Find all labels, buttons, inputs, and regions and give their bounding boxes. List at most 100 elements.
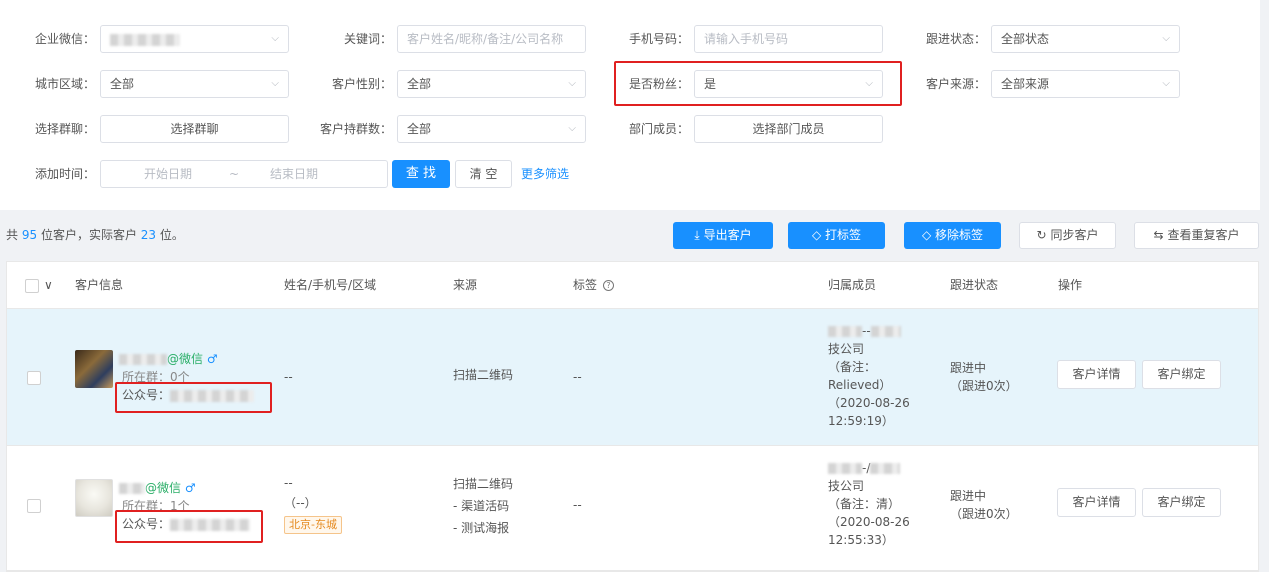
tag-icon: ◇ (811, 228, 822, 242)
select-all-chevron-icon[interactable]: ∨ (44, 262, 53, 309)
total-count: 95 (21, 228, 38, 242)
name-phone-area: -- (284, 370, 293, 384)
phone-input[interactable]: 请输入手机号码 (694, 25, 883, 53)
duplicates-label: 查看重复客户 (1167, 228, 1240, 242)
export-label: 导出客户 (703, 228, 752, 242)
add-time-label: 添加时间： (34, 167, 95, 181)
header-tags-label: 标签 (573, 278, 598, 292)
follow-status: 跟进中 （跟进0次） (950, 487, 1018, 523)
customer-detail-button[interactable]: 客户详情 (1057, 488, 1136, 517)
customer-nickname[interactable]: @微信 ♂ (119, 350, 218, 368)
owner-member: -/ 技公司 （备注：清） （2020-08-26 12:55:33） (828, 459, 938, 549)
source-label: 客户来源： (925, 77, 986, 91)
owner-company: 技公司 (828, 479, 865, 493)
chevron-down-icon: ⌵ (1162, 78, 1170, 89)
redacted-account (170, 389, 255, 402)
owner-separator: -- (862, 324, 871, 338)
chevron-down-icon: ⌵ (1162, 33, 1170, 44)
customer-nickname[interactable]: @微信 ♂ (119, 479, 196, 497)
tags: -- (573, 498, 582, 512)
gender-select[interactable]: 全部 ⌵ (397, 70, 586, 98)
select-group-chat-button[interactable]: 选择群聊 (100, 115, 289, 143)
customer-bind-button[interactable]: 客户绑定 (1142, 488, 1221, 517)
group-chat-label: 选择群聊： (34, 122, 95, 136)
wechat-suffix: @微信 (167, 352, 204, 366)
owner-time-clock: 12:59:19） (828, 414, 894, 428)
more-filters-link[interactable]: 更多筛选 (521, 160, 569, 188)
redacted-nickname (119, 354, 167, 365)
corp-wechat-label: 企业微信： (34, 32, 95, 46)
source-select[interactable]: 全部来源 ⌵ (991, 70, 1180, 98)
add-tag-button[interactable]: ◇ 打标签 (788, 222, 885, 249)
official-account-label: 公众号： (122, 388, 171, 402)
dept-member-label: 部门成员： (628, 122, 689, 136)
start-date-input[interactable]: 开始日期 (144, 161, 192, 187)
owner-note-label: （备注： (828, 360, 877, 374)
end-date-input[interactable]: 结束日期 (270, 161, 318, 187)
header-customer-info: 客户信息 (75, 278, 124, 292)
group-count-select[interactable]: 全部 ⌵ (397, 115, 586, 143)
row-checkbox[interactable] (27, 371, 41, 385)
summary-mid: 位客户，实际客户 (40, 228, 137, 242)
export-customers-button[interactable]: ⤓ 导出客户 (673, 222, 773, 249)
source: 扫描二维码 (453, 368, 514, 382)
download-icon: ⤓ (694, 228, 700, 242)
follow-status-select[interactable]: 全部状态 ⌵ (991, 25, 1180, 53)
area-row: 北京-东城 (284, 515, 342, 534)
header-owner: 归属成员 (828, 278, 877, 292)
customer-name: -- (284, 476, 293, 490)
phone-label: 手机号码： (628, 32, 689, 46)
official-account-label: 公众号： (122, 517, 171, 531)
redacted-account (170, 518, 251, 531)
source-line: - 渠道活码 (453, 499, 510, 513)
owner-separator: -/ (862, 461, 871, 475)
city-value: 全部 (110, 77, 135, 91)
city-label: 城市区域： (34, 77, 95, 91)
select-dept-member-button[interactable]: 选择部门成员 (694, 115, 883, 143)
source-line: - 测试海报 (453, 521, 510, 535)
owner-time-date: （2020-08-26 (828, 515, 910, 529)
customer-bind-button[interactable]: 客户绑定 (1142, 360, 1221, 389)
remove-tag-button[interactable]: ◇ 移除标签 (904, 222, 1001, 249)
filter-panel: 企业微信： ⌵ 关键词： 客户姓名/昵称/备注/公司名称 手机号码： 请输入手机… (0, 0, 1260, 210)
is-fan-select[interactable]: 是 ⌵ (694, 70, 883, 98)
view-duplicates-button[interactable]: ⇆ 查看重复客户 (1134, 222, 1259, 249)
date-range-picker[interactable]: 开始日期 ~ 结束日期 (100, 160, 388, 188)
status-text: 跟进中 (950, 489, 987, 503)
male-icon: ♂ (206, 352, 218, 366)
group-count-label: 客户持群数： (319, 122, 392, 136)
city-select[interactable]: 全部 ⌵ (100, 70, 289, 98)
redacted-owner-org (870, 326, 901, 337)
corp-wechat-select[interactable]: ⌵ (100, 25, 289, 53)
sync-icon: ↻ (1036, 228, 1047, 242)
header-source: 来源 (453, 278, 478, 292)
keyword-label: 关键词： (343, 32, 392, 46)
keyword-input[interactable]: 客户姓名/昵称/备注/公司名称 (397, 25, 586, 53)
help-icon[interactable]: ? (603, 280, 615, 291)
chevron-down-icon: ⌵ (271, 33, 279, 44)
select-all-checkbox[interactable] (25, 279, 39, 293)
customer-phone: （--） (284, 496, 317, 510)
redacted-nickname (119, 483, 145, 494)
gender-label: 客户性别： (331, 77, 392, 91)
sync-customers-button[interactable]: ↻ 同步客户 (1019, 222, 1116, 249)
customer-table: ∨ 客户信息 姓名/手机号/区域 来源 标签? 归属成员 跟进状态 操作 @微信… (6, 261, 1259, 572)
tag-icon: ◇ (921, 228, 932, 242)
clear-button[interactable]: 清 空 (455, 160, 512, 188)
redacted-owner-org (870, 463, 901, 474)
is-fan-value: 是 (704, 77, 717, 91)
owner-note-label: （备注：清） (828, 497, 901, 511)
avatar (75, 479, 113, 517)
table-row: @微信 ♂ 所在群：1个 公众号： -- （--） 北京-东城 扫描二维码 - … (7, 446, 1258, 571)
swap-icon: ⇆ (1153, 228, 1164, 242)
redacted-owner (828, 326, 862, 337)
row-checkbox[interactable] (27, 499, 41, 513)
sync-label: 同步客户 (1050, 228, 1099, 242)
follow-status: 跟进中 （跟进0次） (950, 359, 1018, 395)
chevron-down-icon: ⌵ (865, 78, 873, 89)
male-icon: ♂ (184, 481, 196, 495)
customer-detail-button[interactable]: 客户详情 (1057, 360, 1136, 389)
search-button[interactable]: 查 找 (392, 160, 450, 188)
actual-count: 23 (140, 228, 157, 242)
customer-summary: 共 95 位客户，实际客户 23 位。 (6, 226, 184, 243)
